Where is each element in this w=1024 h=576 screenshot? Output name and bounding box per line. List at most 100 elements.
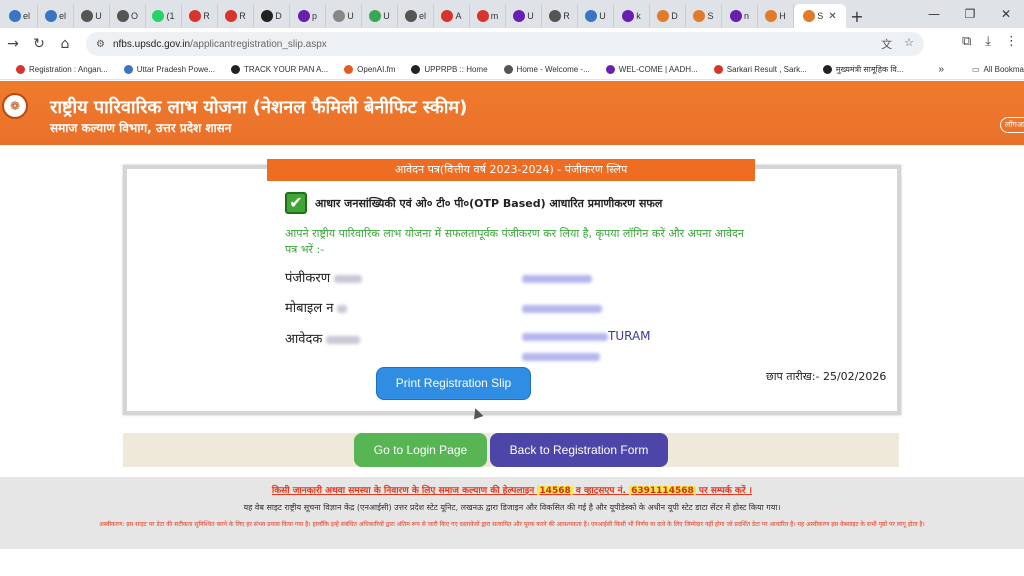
bookmark-list: Registration : Angan... Uttar Pradesh Pow…	[16, 64, 920, 75]
browser-tab-label: U	[347, 11, 354, 21]
forward-icon[interactable]: →	[0, 36, 26, 52]
browser-tab-label: O	[130, 11, 138, 21]
browser-tab-label: el	[418, 11, 426, 21]
helpline-post: पर सम्पर्क करें ।	[698, 486, 753, 496]
bookmark-item[interactable]: Uttar Pradesh Powe...	[123, 64, 215, 75]
cube-icon	[333, 10, 346, 22]
browser-tab[interactable]: U	[362, 4, 398, 28]
browser-tab[interactable]: A	[434, 4, 470, 28]
browser-tab-label: U	[527, 11, 534, 21]
bookmark-item[interactable]: Sarkari Result , Sark...	[713, 64, 807, 75]
browser-tab-label: (1	[166, 11, 175, 21]
globe-icon	[8, 10, 21, 22]
bookmark-star-icon[interactable]: ☆	[904, 36, 914, 52]
download-icon[interactable]: ⤓	[985, 34, 991, 49]
browser-toolbar: → ↻ ⌂ ⚙ nfbs.upsdc.gov.in/applicantregis…	[0, 28, 1024, 60]
logout-button[interactable]: लॉगआ	[1000, 117, 1024, 133]
emblem-icon	[693, 10, 706, 22]
mobile-label: मोबाइल न	[285, 298, 348, 316]
helpline-pre: किसी जानकारी अथवा समस्या के निवारण के लि…	[271, 486, 535, 496]
bookmark-favicon-icon	[16, 65, 25, 74]
globe-icon	[81, 10, 94, 22]
applicant-name: TURAM	[522, 329, 651, 363]
yahoo-icon	[297, 10, 310, 22]
browser-tab[interactable]: U	[578, 4, 614, 28]
maximize-icon[interactable]: ❐	[952, 7, 988, 21]
checkmark-icon: ✔	[285, 192, 307, 214]
browser-tab[interactable]: p	[290, 4, 326, 28]
window-controls: — ❐ ✕	[916, 0, 1024, 28]
bookmark-label: मुख्यमंत्री सामूहिक वि...	[835, 65, 904, 74]
browser-tab[interactable]: R	[542, 4, 578, 28]
close-window-icon[interactable]: ✕	[988, 7, 1024, 21]
minimize-icon[interactable]: —	[916, 7, 952, 21]
browser-tab-label: R	[203, 11, 210, 21]
browser-tab[interactable]: m	[470, 4, 506, 28]
bookmark-item[interactable]: Registration : Angan...	[16, 64, 108, 75]
browser-tab[interactable]: U	[74, 4, 110, 28]
bookmarks-overflow-icon[interactable]: »	[938, 64, 944, 75]
browser-tab[interactable]: D	[254, 4, 290, 28]
emblem-icon	[657, 10, 670, 22]
bookmark-favicon-icon	[344, 65, 354, 74]
menu-icon[interactable]: ⋮	[1005, 34, 1018, 49]
toolbar-actions: ⧉ ⤓ ⋮	[962, 34, 1018, 49]
new-tab-icon[interactable]: +	[846, 4, 868, 28]
browser-tab[interactable]: el	[398, 4, 434, 28]
mobile-value	[522, 302, 602, 315]
redacted-registration-number	[522, 275, 592, 283]
browser-tab[interactable]: n	[722, 4, 758, 28]
browser-tab[interactable]: D	[650, 4, 686, 28]
bookmark-item[interactable]: OpenAI.fm	[344, 64, 395, 75]
browser-tab[interactable]: (1	[146, 4, 182, 28]
go-to-login-button[interactable]: Go to Login Page	[354, 433, 487, 467]
registration-label: पंजीकरण	[285, 268, 363, 286]
globe-icon	[404, 10, 417, 22]
print-date-label: छाप तारीख:-	[766, 370, 820, 383]
browser-tab[interactable]: U	[506, 4, 542, 28]
browser-tab-label: el	[58, 11, 66, 21]
bookmark-label: TRACK YOUR PAN A...	[243, 65, 329, 74]
browser-tab[interactable]: R	[182, 4, 218, 28]
bookmark-item[interactable]: UPPRPB :: Home	[411, 64, 488, 75]
news-icon	[225, 10, 238, 22]
browser-tab-label: U	[383, 11, 390, 21]
browser-tab[interactable]: k	[614, 4, 650, 28]
browser-tab-label: p	[311, 11, 317, 21]
bookmark-item[interactable]: Home - Welcome -...	[503, 64, 590, 75]
browser-tab-label: R	[563, 11, 570, 21]
all-bookmarks[interactable]: ▭ All Bookma	[972, 65, 1024, 74]
reload-icon[interactable]: ↻	[26, 36, 52, 52]
print-registration-slip-button[interactable]: Print Registration Slip	[376, 367, 531, 400]
browser-tab[interactable]: S	[686, 4, 722, 28]
bookmark-label: Registration : Angan...	[29, 65, 108, 74]
browser-tab[interactable]: H	[758, 4, 794, 28]
globe-icon	[549, 10, 562, 22]
bookmark-item[interactable]: मुख्यमंत्री सामूहिक वि...	[822, 64, 904, 75]
browser-tab-label: R	[239, 11, 246, 21]
bookmark-item[interactable]: TRACK YOUR PAN A...	[230, 64, 329, 75]
browser-tab[interactable]: el	[2, 4, 38, 28]
browser-tab[interactable]: O	[110, 4, 146, 28]
back-to-registration-button[interactable]: Back to Registration Form	[490, 433, 668, 467]
extensions-icon[interactable]: ⧉	[962, 34, 971, 49]
bookmark-favicon-icon	[411, 65, 421, 74]
redacted-mobile-number	[522, 305, 602, 313]
translate-icon[interactable]: 文	[881, 36, 892, 52]
address-bar[interactable]: ⚙ nfbs.upsdc.gov.in/applicantregistratio…	[86, 32, 924, 56]
browser-tab[interactable]: el	[38, 4, 74, 28]
globe-icon	[44, 10, 57, 22]
bookmark-item[interactable]: WEL-COME | AADH...	[605, 64, 698, 75]
browser-tab[interactable]: U	[326, 4, 362, 28]
browser-tab[interactable]: R	[218, 4, 254, 28]
helpline-mid: व व्हाट्सएप नं.	[575, 486, 626, 496]
tab-list: el el U O (1 R R Dp U Uel Am U R Uk D Sn H S ✕ +	[0, 0, 868, 28]
close-tab-icon[interactable]: ✕	[828, 11, 836, 22]
site-settings-icon[interactable]: ⚙	[96, 39, 105, 50]
yahoo-icon	[513, 10, 526, 22]
bookmark-label: Sarkari Result , Sark...	[726, 65, 807, 74]
url-path: /applicantregistration_slip.aspx	[190, 38, 327, 50]
applicant-label-text: आवेदक	[285, 332, 323, 347]
home-icon[interactable]: ⌂	[52, 36, 78, 52]
browser-tab-active[interactable]: S ✕	[794, 4, 846, 28]
